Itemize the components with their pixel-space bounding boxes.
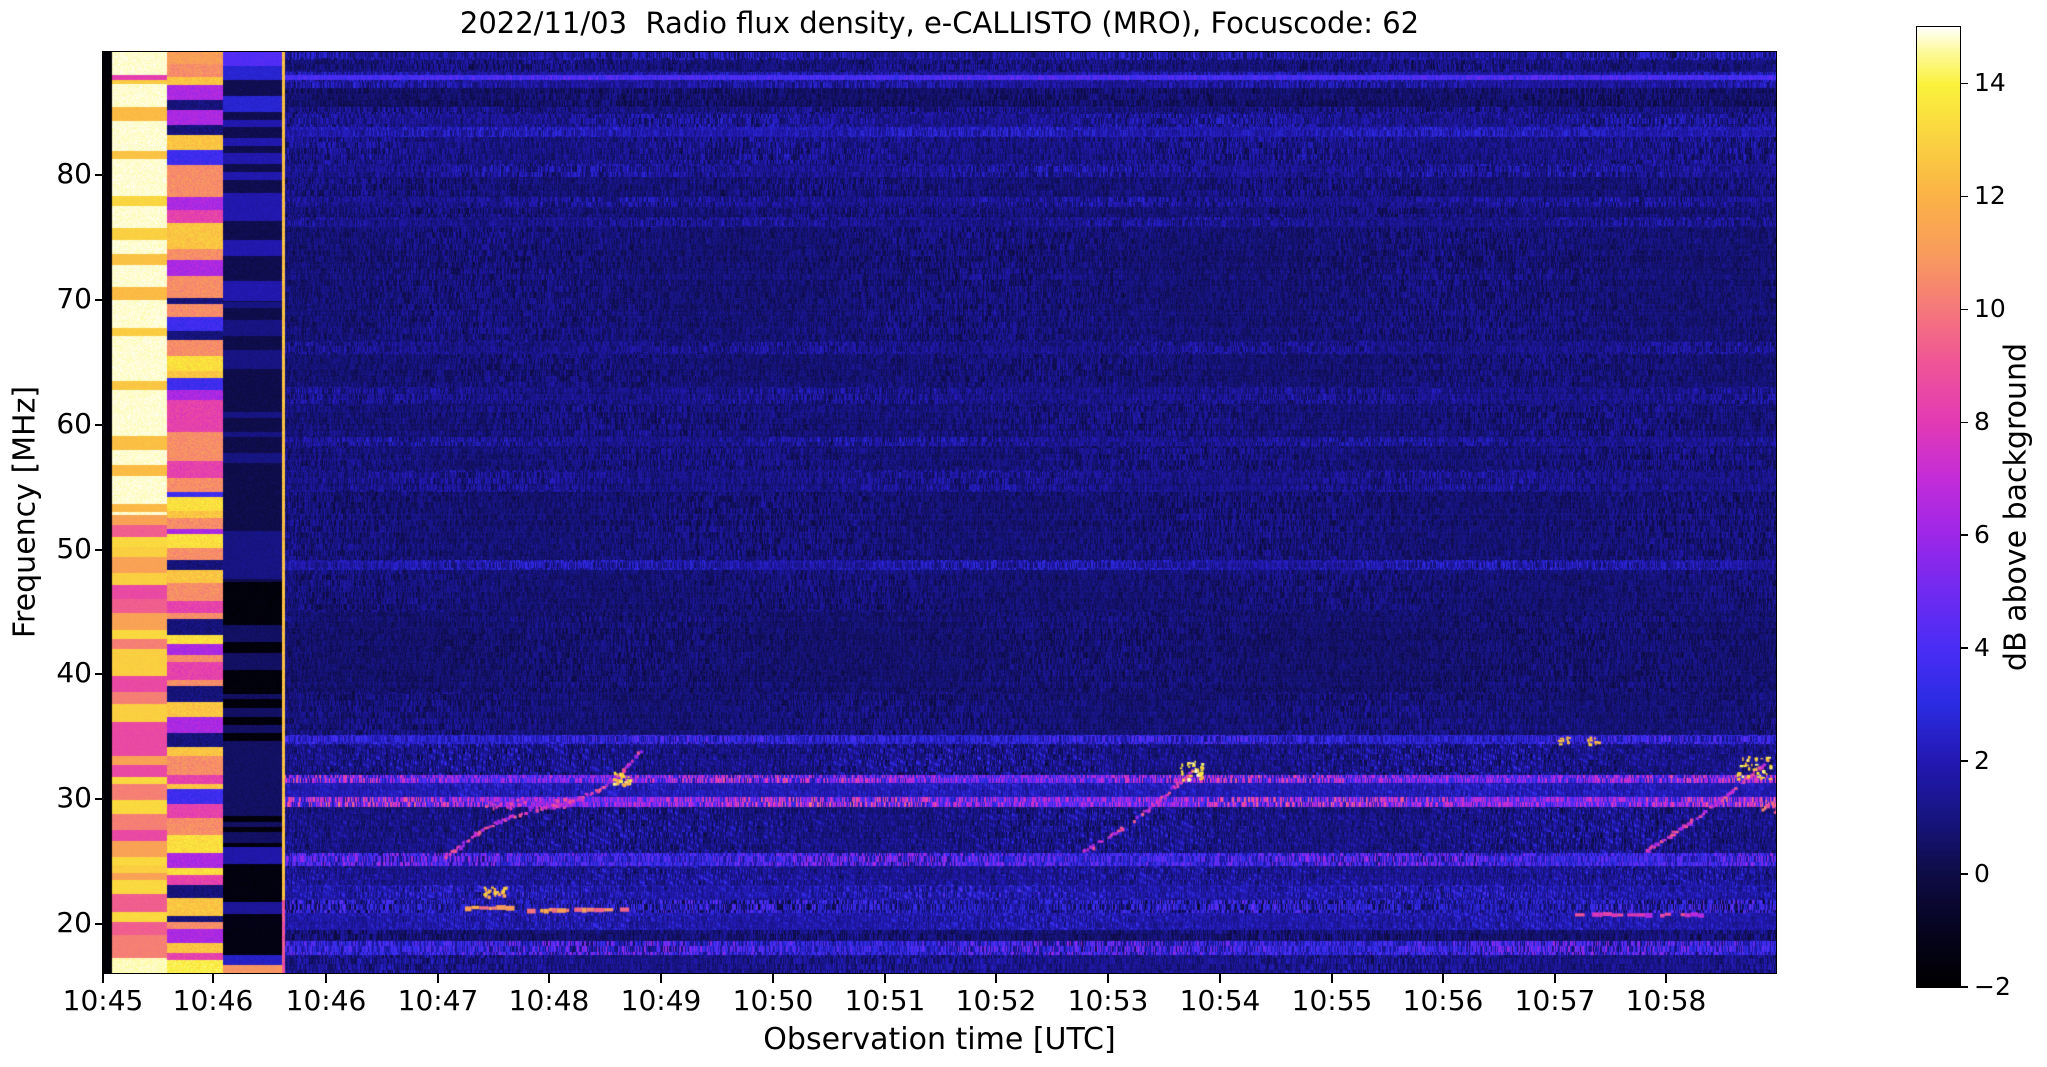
x-tick-mark (1219, 973, 1221, 983)
y-tick-label: 40 (56, 656, 92, 689)
plot-area (102, 51, 1777, 974)
colorbar-tick-label: 8 (1974, 407, 1990, 437)
spectrogram-canvas (103, 52, 1776, 973)
colorbar-tick-label: 14 (1974, 68, 2006, 98)
y-tick-mark (95, 174, 103, 176)
x-tick-mark (212, 973, 214, 983)
colorbar-tick-label: 0 (1974, 859, 1990, 889)
x-tick-mark (325, 973, 327, 983)
colorbar-label: dB above background (1998, 342, 2034, 672)
x-tick-mark (1554, 973, 1556, 983)
colorbar-tick-mark (1960, 195, 1968, 198)
x-axis-label: Observation time [UTC] (763, 1022, 1116, 1057)
y-tick-mark (95, 299, 103, 301)
y-tick-label: 80 (56, 157, 92, 190)
y-tick-label: 60 (56, 407, 92, 440)
x-tick-mark (548, 973, 550, 983)
y-tick-label: 50 (56, 532, 92, 565)
y-tick-mark (95, 424, 103, 426)
colorbar-tick-mark (1960, 986, 1968, 988)
colorbar (1916, 26, 1961, 988)
colorbar-tick-mark (1960, 873, 1968, 875)
colorbar-tick-mark (1960, 82, 1968, 85)
x-tick-mark (660, 973, 662, 983)
x-tick-mark (1665, 973, 1667, 983)
x-tick-mark (995, 973, 997, 983)
y-tick-label: 20 (56, 906, 92, 939)
colorbar-tick-mark (1960, 534, 1968, 536)
colorbar-tick-label: 4 (1974, 633, 1990, 663)
x-tick-mark (884, 973, 886, 983)
x-tick-mark (772, 973, 774, 983)
x-tick-mark (437, 973, 439, 983)
y-tick-label: 70 (56, 282, 92, 315)
colorbar-tick-mark (1960, 421, 1968, 424)
colorbar-tick-mark (1960, 308, 1968, 311)
colorbar-tick-label: −2 (1974, 972, 2011, 1001)
x-tick-label: 10:58 (1625, 984, 1707, 1017)
spectrogram-figure: 2022/11/03 Radio flux density, e-CALLIST… (0, 0, 2047, 1067)
y-tick-mark (95, 798, 103, 800)
colorbar-tick-label: 10 (1974, 294, 2006, 324)
colorbar-tick-label: 12 (1974, 181, 2006, 211)
x-tick-mark (1107, 973, 1109, 983)
y-tick-mark (95, 549, 103, 551)
y-tick-mark (95, 673, 103, 675)
y-tick-label: 30 (56, 781, 92, 814)
x-tick-mark (1442, 973, 1444, 983)
colorbar-tick-mark (1960, 647, 1968, 649)
x-tick-mark (1331, 973, 1333, 983)
x-tick-mark (102, 973, 104, 983)
colorbar-tick-mark (1960, 760, 1968, 762)
colorbar-tick-label: 6 (1974, 520, 1990, 550)
chart-title: 2022/11/03 Radio flux density, e-CALLIST… (459, 6, 1420, 40)
colorbar-tick-label: 2 (1974, 746, 1990, 776)
y-tick-mark (95, 923, 103, 925)
